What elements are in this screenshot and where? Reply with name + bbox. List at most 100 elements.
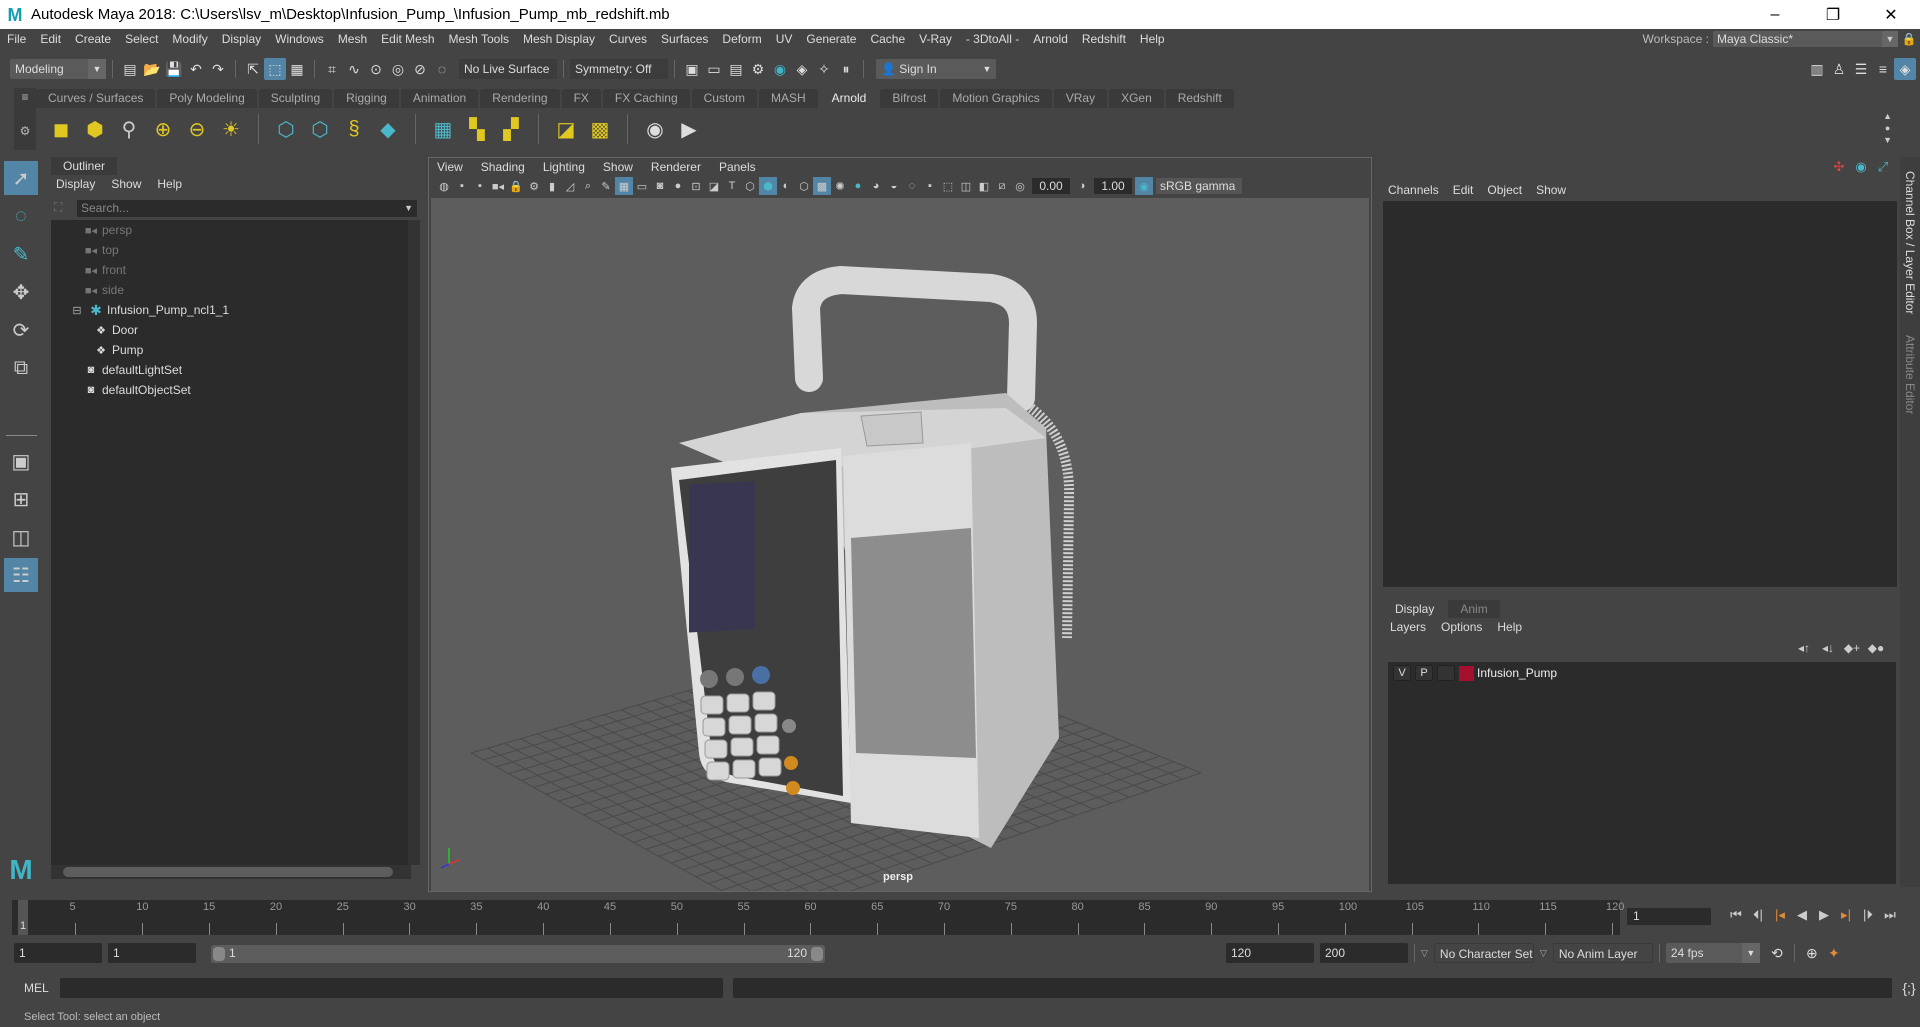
go-to-end-icon[interactable]: ⏭ <box>1879 905 1901 925</box>
outliner-item-infusion-pump-group[interactable]: ⊟ ✱ Infusion_Pump_ncl1_1 <box>51 300 411 320</box>
step-forward-frame-icon[interactable]: |⏵ <box>1857 905 1879 925</box>
shelf-tab-rendering[interactable]: Rendering <box>480 89 560 108</box>
rotate-tool-icon[interactable]: ⟳ <box>4 313 38 347</box>
menu-edit-mesh[interactable]: Edit Mesh <box>374 32 441 46</box>
vray-icon[interactable]: ◍ <box>435 177 453 195</box>
move-tool-icon[interactable]: ✥ <box>4 275 38 309</box>
menu-cache[interactable]: Cache <box>863 32 912 46</box>
shelf-tab-sculpting[interactable]: Sculpting <box>258 89 333 108</box>
snap-surface-icon[interactable]: ◌ <box>431 58 453 80</box>
shelf-tab-custom[interactable]: Custom <box>691 89 757 108</box>
shelf-tab-poly-modeling[interactable]: Poly Modeling <box>157 89 257 108</box>
menu-file[interactable]: File <box>0 32 33 46</box>
outliner-menu-show[interactable]: Show <box>111 177 141 191</box>
outliner-item-persp[interactable]: ■◂ persp <box>51 220 411 240</box>
safe-title-icon[interactable]: T <box>723 177 741 195</box>
hyperbolic-icon[interactable]: ⤢ <box>1872 159 1894 175</box>
render-view-arnold-icon[interactable]: ▦ <box>428 114 458 144</box>
render-setup-icon[interactable]: ◈ <box>791 58 813 80</box>
pause-icon[interactable]: ⏸ <box>835 58 857 80</box>
filter-icon[interactable]: ⛶ <box>54 200 62 215</box>
shelf-tab-vray[interactable]: VRay <box>1053 89 1108 108</box>
ipr-view-icon[interactable]: ◉ <box>640 114 670 144</box>
use-all-lights-icon[interactable]: ✺ <box>831 177 849 195</box>
menu-generate[interactable]: Generate <box>799 32 863 46</box>
save-scene-icon[interactable]: 💾 <box>163 58 185 80</box>
xray-icon[interactable]: ◫ <box>957 177 975 195</box>
object-menu[interactable]: Object <box>1487 183 1522 197</box>
manipulator-icon[interactable]: ✣ <box>1828 159 1850 175</box>
shelf-tabs-menu-icon[interactable]: ≡ <box>14 90 36 104</box>
tx-manager-icon[interactable]: ▚ <box>462 114 492 144</box>
chevron-down-icon[interactable]: ▽ <box>1540 948 1547 959</box>
motion-blur-icon[interactable]: ◒ <box>885 177 903 195</box>
single-perspective-layout-icon[interactable]: ▣ <box>4 444 38 478</box>
redo-icon[interactable]: ↷ <box>207 58 229 80</box>
shelf-tab-redshift[interactable]: Redshift <box>1165 89 1234 108</box>
create-standin-icon[interactable]: ⬡ <box>271 114 301 144</box>
shelf-tab-rigging[interactable]: Rigging <box>334 89 399 108</box>
layer-visibility-toggle[interactable]: V <box>1393 665 1411 681</box>
menu-display[interactable]: Display <box>215 32 268 46</box>
layer-display-type-toggle[interactable] <box>1437 665 1455 681</box>
textured-icon[interactable]: ▩ <box>813 177 831 195</box>
current-time-indicator[interactable]: 1 <box>18 900 28 935</box>
edit-menu[interactable]: Edit <box>1453 183 1474 197</box>
minimize-button[interactable]: – <box>1746 0 1804 29</box>
hypershade-icon[interactable]: ◉ <box>769 58 791 80</box>
collapse-toggle-icon[interactable]: ⊟ <box>69 304 85 317</box>
viewport-canvas[interactable]: persp <box>431 198 1369 891</box>
menu-surfaces[interactable]: Surfaces <box>654 32 715 46</box>
shelf-tab-fx[interactable]: FX <box>561 89 601 108</box>
script-editor-icon[interactable]: {;} <box>1898 977 1920 999</box>
chevron-down-icon[interactable]: ▽ <box>1421 948 1428 959</box>
skydome-light-icon[interactable]: ⊕ <box>148 114 178 144</box>
shelf-gear-icon[interactable]: ⚙ <box>14 124 36 138</box>
attribute-editor-side-tab[interactable]: Attribute Editor <box>1903 335 1917 414</box>
menu-mesh-display[interactable]: Mesh Display <box>516 32 602 46</box>
layer-tab-display[interactable]: Display <box>1383 600 1447 618</box>
camera-settings-icon[interactable]: ⚙ <box>525 177 543 195</box>
outliner-search-input[interactable]: Search... ▼ <box>77 200 417 217</box>
outliner-item-default-object-set[interactable]: ◙ defaultObjectSet <box>51 380 411 400</box>
photometric-light-icon[interactable]: ⚲ <box>114 114 144 144</box>
outliner-horizontal-scrollbar[interactable] <box>51 865 411 879</box>
current-frame-field[interactable]: 1 <box>1627 908 1711 925</box>
menu-mesh-tools[interactable]: Mesh Tools <box>442 32 516 46</box>
lasso-tool-icon[interactable]: ◌ <box>4 199 38 233</box>
snap-point-icon[interactable]: ⊙ <box>365 58 387 80</box>
wireframe-on-shaded-icon[interactable]: ⬡ <box>795 177 813 195</box>
image-plane-icon[interactable]: ◿ <box>561 177 579 195</box>
menu-uv[interactable]: UV <box>769 32 800 46</box>
gate-mask-icon[interactable]: ● <box>669 177 687 195</box>
outliner-item-side[interactable]: ■◂ side <box>51 280 411 300</box>
shelf-tab-xgen[interactable]: XGen <box>1109 89 1164 108</box>
new-scene-icon[interactable]: ▤ <box>119 58 141 80</box>
snap-live-icon[interactable]: ⊘ <box>409 58 431 80</box>
bookmark-icon[interactable]: ▮ <box>543 177 561 195</box>
tool-settings-icon[interactable]: ≡ <box>1872 58 1894 80</box>
area-light-icon[interactable]: ◼ <box>46 114 76 144</box>
menu-edit[interactable]: Edit <box>33 32 68 46</box>
render-frame-icon[interactable]: ▭ <box>703 58 725 80</box>
anti-aliasing-icon[interactable]: ◌ <box>903 177 921 195</box>
outliner-item-front[interactable]: ■◂ front <box>51 260 411 280</box>
range-end-handle[interactable] <box>811 947 823 961</box>
viewport-menu-view[interactable]: View <box>437 160 463 174</box>
time-slider[interactable]: 1 5 10 15 20 25 30 35 40 45 50 55 60 65 70 75 80 85 90 95 1… <box>12 900 1624 935</box>
viewport-menu-renderer[interactable]: Renderer <box>651 160 701 174</box>
select-object-icon[interactable]: ⬚ <box>264 58 286 80</box>
depth-of-field-icon[interactable]: ▪ <box>921 177 939 195</box>
four-view-layout-icon[interactable]: ⊞ <box>4 482 38 516</box>
step-back-frame-icon[interactable]: ⏴| <box>1747 905 1769 925</box>
menu-modify[interactable]: Modify <box>165 32 214 46</box>
wireframe-icon[interactable]: ⬡ <box>741 177 759 195</box>
snap-grid-icon[interactable]: ⌗ <box>321 58 343 80</box>
outliner-menu-help[interactable]: Help <box>157 177 182 191</box>
render-view-icon[interactable]: ▣ <box>681 58 703 80</box>
range-slider[interactable]: 1 120 <box>211 945 825 963</box>
attribute-editor-toggle-icon[interactable]: ☰ <box>1850 58 1872 80</box>
step-back-key-icon[interactable]: |◂ <box>1769 905 1791 925</box>
anim-layer-dropdown[interactable]: No Anim Layer <box>1552 943 1653 963</box>
outliner-layout-icon[interactable]: ☷ <box>4 558 38 592</box>
